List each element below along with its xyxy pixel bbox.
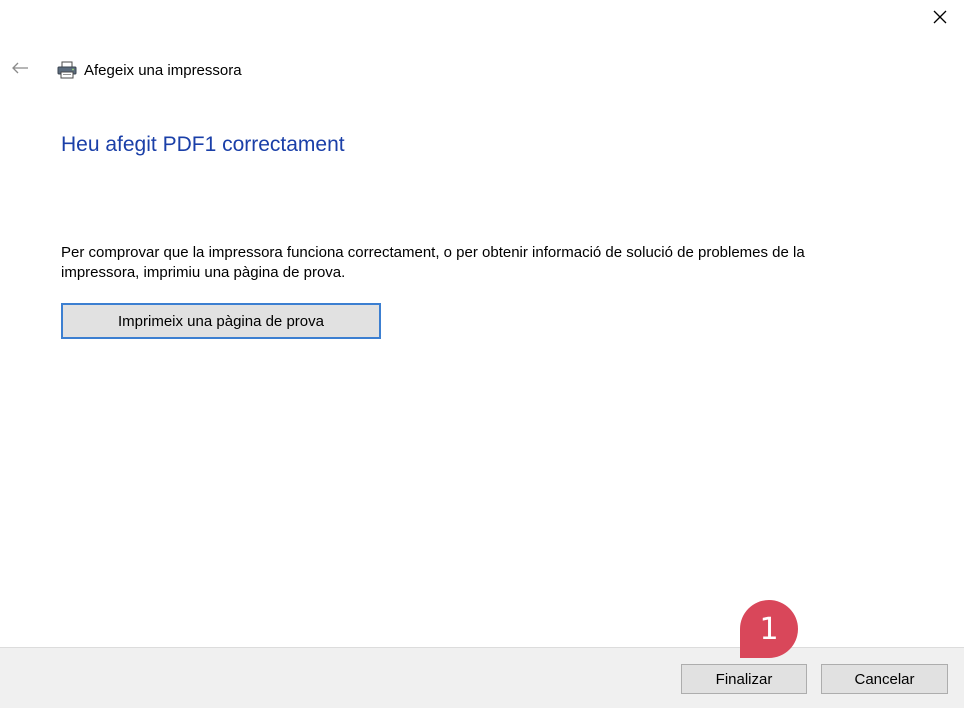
dialog-footer: Finalizar Cancelar [0, 647, 964, 708]
finish-button-label: Finalizar [715, 670, 773, 688]
dialog-title: Afegeix una impressora [84, 61, 242, 79]
print-test-page-button[interactable]: Imprimeix una pàgina de prova [61, 303, 381, 339]
close-button[interactable] [922, 4, 958, 34]
step-badge: 1 [740, 600, 798, 658]
print-test-page-label: Imprimeix una pàgina de prova [118, 312, 324, 330]
description-text: Per comprovar que la impressora funciona… [61, 244, 805, 281]
printer-icon [56, 59, 78, 81]
finish-button[interactable]: Finalizar [681, 664, 807, 694]
cancel-button[interactable]: Cancelar [821, 664, 948, 694]
page-title: Heu afegit PDF1 correctament [61, 133, 345, 156]
back-button[interactable] [2, 56, 38, 84]
close-icon [932, 9, 948, 30]
step-number: 1 [759, 611, 779, 647]
add-printer-dialog: Afegeix una impressora Heu afegit PDF1 c… [0, 0, 964, 708]
cancel-button-label: Cancelar [854, 670, 915, 688]
dialog-header: Afegeix una impressora [0, 56, 242, 84]
back-arrow-icon [11, 61, 29, 80]
